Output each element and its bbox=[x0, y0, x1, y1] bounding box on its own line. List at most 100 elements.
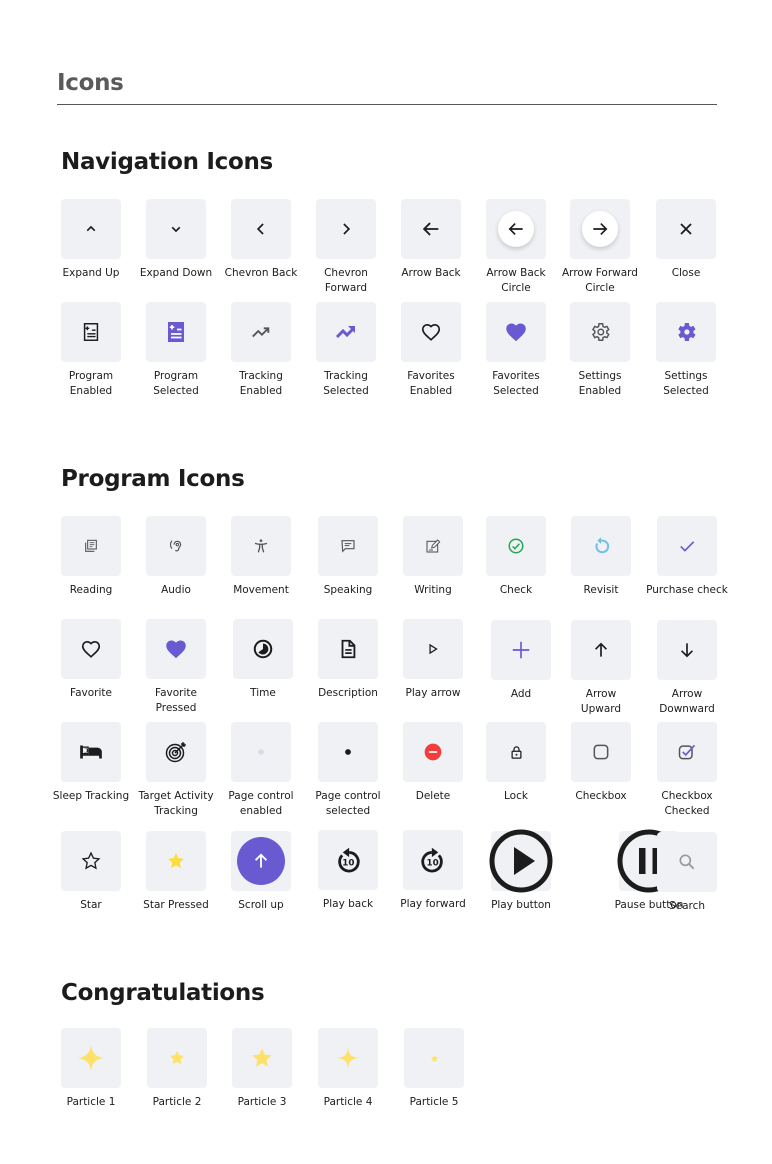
icon-tile bbox=[491, 620, 551, 680]
program-outline-icon bbox=[80, 321, 102, 343]
icon-card: Check bbox=[473, 516, 559, 598]
icon-card: Close bbox=[643, 199, 729, 281]
icon-card: Movement bbox=[218, 516, 304, 598]
icon-card: Checkbox Checked bbox=[644, 722, 730, 819]
svg-text:10: 10 bbox=[342, 858, 354, 868]
checkmark-icon bbox=[677, 536, 697, 556]
icon-card: Tracking Enabled bbox=[218, 302, 304, 399]
icon-tile bbox=[146, 831, 206, 891]
icon-tile bbox=[570, 302, 630, 362]
icon-tile bbox=[656, 302, 716, 362]
icon-label: Delete bbox=[415, 790, 451, 802]
star-outline-icon bbox=[81, 851, 101, 871]
sparkle-thin-icon bbox=[334, 1044, 362, 1072]
dot-light-icon bbox=[251, 742, 271, 762]
icon-tile bbox=[231, 302, 291, 362]
icon-label: Search bbox=[668, 900, 706, 912]
star-medium-icon bbox=[250, 1046, 274, 1070]
heart-filled-icon bbox=[163, 636, 189, 662]
icon-label: Writing bbox=[414, 584, 452, 596]
icon-label: Scroll up bbox=[238, 899, 284, 911]
icon-label: Checkbox bbox=[575, 790, 627, 802]
icon-tile bbox=[231, 831, 291, 891]
icon-tile bbox=[656, 199, 716, 259]
icon-card: Add bbox=[478, 620, 564, 702]
play-arrow-icon bbox=[426, 642, 440, 656]
heart-filled-icon bbox=[503, 319, 529, 345]
icon-card: Chevron Back bbox=[218, 199, 304, 281]
icon-card: Favorites Selected bbox=[473, 302, 559, 399]
replay-10-icon: 10 bbox=[334, 846, 362, 874]
icon-tile bbox=[231, 516, 291, 576]
speech-bubble-icon bbox=[340, 538, 356, 554]
icon-tile bbox=[146, 302, 206, 362]
icon-tile bbox=[146, 516, 206, 576]
icon-card: Settings Enabled bbox=[557, 302, 643, 399]
gear-filled-icon bbox=[674, 320, 698, 344]
icon-tile bbox=[316, 199, 376, 259]
icon-card: Settings Selected bbox=[643, 302, 729, 399]
icon-card: Delete bbox=[390, 722, 476, 804]
icon-label: Audio bbox=[161, 584, 191, 596]
arrow-up-icon bbox=[591, 640, 611, 660]
icon-tile bbox=[316, 302, 376, 362]
icon-card: Play button bbox=[478, 829, 564, 913]
icon-card: Target Activity Tracking bbox=[133, 722, 219, 819]
icon-tile bbox=[571, 620, 631, 680]
icon-tile bbox=[403, 516, 463, 576]
icon-label: Particle 4 bbox=[323, 1096, 373, 1108]
icon-card: Description bbox=[305, 619, 391, 701]
icon-label: Play arrow bbox=[405, 687, 461, 699]
icon-label: Favorite Pressed bbox=[155, 687, 197, 714]
icon-label: Particle 3 bbox=[237, 1096, 287, 1108]
icon-label: Time bbox=[250, 687, 276, 699]
document-icon bbox=[337, 638, 359, 660]
check-circle-icon bbox=[507, 537, 525, 555]
close-icon bbox=[676, 219, 696, 239]
icon-label: Page control enabled bbox=[228, 790, 294, 817]
chevron-right-icon bbox=[336, 219, 356, 239]
icon-tile bbox=[61, 199, 121, 259]
icon-label: Expand Down bbox=[139, 267, 213, 279]
arrow-right-circle-icon bbox=[582, 211, 618, 247]
icon-tile bbox=[403, 722, 463, 782]
icon-card: Expand Up bbox=[48, 199, 134, 281]
icon-label: Revisit bbox=[583, 584, 619, 596]
icon-card: Checkbox bbox=[558, 722, 644, 804]
icon-card: Favorite Pressed bbox=[133, 619, 219, 716]
gear-outline-icon bbox=[589, 321, 611, 343]
icon-label: Particle 5 bbox=[409, 1096, 459, 1108]
icon-tile bbox=[318, 619, 378, 679]
checkbox-checked-icon bbox=[677, 742, 697, 762]
icon-tile bbox=[571, 722, 631, 782]
icon-label: Target Activity Tracking bbox=[138, 790, 214, 817]
sparkle-large-icon bbox=[76, 1043, 106, 1073]
icon-card: Favorites Enabled bbox=[388, 302, 474, 399]
icon-card: Search bbox=[644, 832, 730, 914]
icon-label: Expand Up bbox=[62, 267, 120, 279]
scroll-up-icon bbox=[237, 837, 285, 885]
hearing-icon bbox=[168, 538, 184, 554]
icon-tile bbox=[570, 199, 630, 259]
icon-card: Speaking bbox=[305, 516, 391, 598]
page-title: Icons bbox=[57, 70, 124, 96]
forward-10-icon: 10 bbox=[419, 846, 447, 874]
icon-label: Arrow Back Circle bbox=[486, 267, 546, 294]
icon-card: Chevron Forward bbox=[303, 199, 389, 296]
icon-label: Reading bbox=[69, 584, 113, 596]
icon-label: Sleep Tracking bbox=[52, 790, 130, 802]
checkbox-icon bbox=[591, 742, 611, 762]
icon-tile bbox=[61, 302, 121, 362]
icon-card: Page control selected bbox=[305, 722, 391, 819]
icon-tile bbox=[61, 722, 121, 782]
icon-card: Particle 2 bbox=[134, 1028, 220, 1110]
play-circle-icon bbox=[489, 829, 553, 893]
star-tiny-icon bbox=[430, 1054, 439, 1063]
icon-card: Writing bbox=[390, 516, 476, 598]
star-rounded-small-icon bbox=[170, 1051, 184, 1065]
replay-icon bbox=[591, 536, 611, 556]
icon-label: Settings Enabled bbox=[578, 370, 622, 397]
section-title-program: Program Icons bbox=[61, 466, 245, 492]
icon-label: Purchase check bbox=[646, 584, 728, 596]
icon-card: Revisit bbox=[558, 516, 644, 598]
